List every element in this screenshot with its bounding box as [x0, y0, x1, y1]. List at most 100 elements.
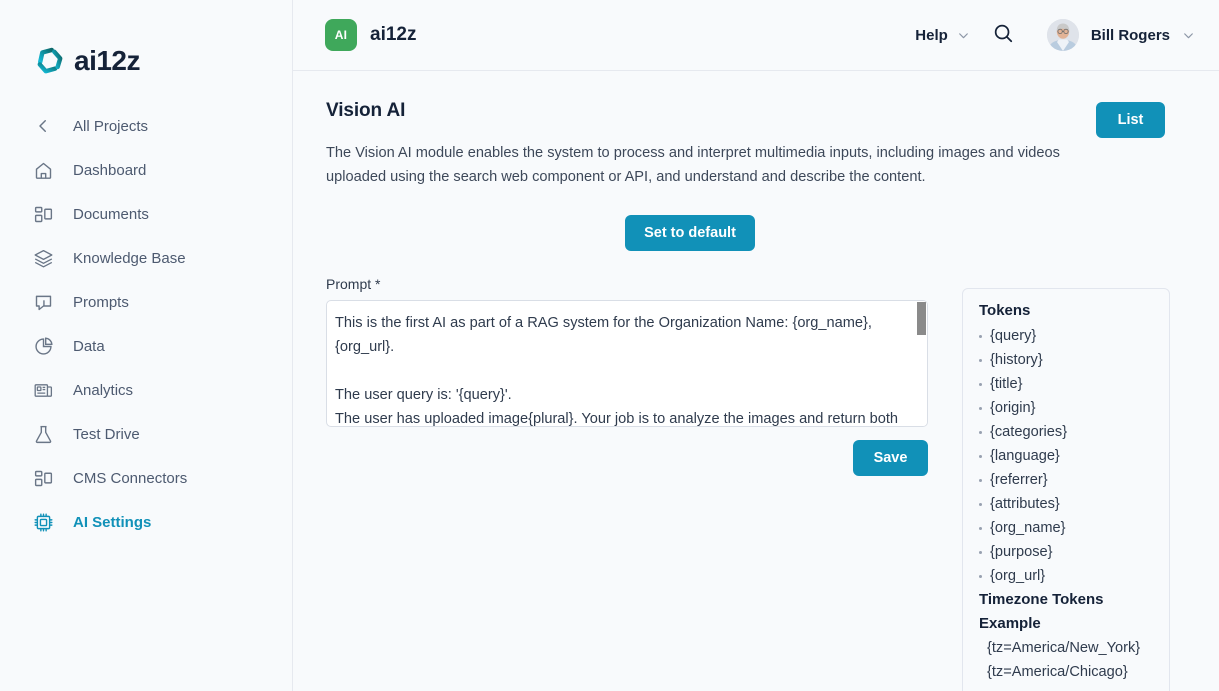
tokens-title: Tokens [979, 302, 1031, 319]
token-label: {origin} [990, 400, 1036, 416]
sidebar-item-label: Data [73, 337, 105, 355]
page-content: Vision AI The Vision AI module enables t… [293, 71, 1219, 691]
list-item: {purpose} [979, 540, 1155, 564]
user-name: Bill Rogers [1090, 26, 1170, 44]
tokens-list: {query} {history} {title} {origin} {cate… [979, 324, 1155, 588]
token-label: {attributes} [990, 496, 1060, 512]
search-icon [992, 22, 1014, 49]
list-item: {referrer} [979, 468, 1155, 492]
org-name: ai12z [370, 24, 417, 45]
prompt-scrollbar[interactable] [916, 301, 927, 426]
bullet-icon [979, 574, 982, 578]
list-item: {org_name} [979, 516, 1155, 540]
bullet-icon [979, 502, 982, 506]
sidebar-nav: All Projects Dashboard Documents Knowled… [0, 104, 292, 544]
brand-logo[interactable]: ai12z [0, 0, 292, 94]
sidebar-item-label: Dashboard [73, 161, 147, 179]
bullet-icon [979, 430, 982, 434]
timezone-example: {tz=America/New_York} [987, 640, 1141, 656]
save-row: Save [326, 440, 928, 476]
top-bar: AI ai12z Help Bill Rogers [293, 0, 1219, 71]
org-badge: AI [325, 19, 357, 51]
sidebar-item-label: Prompts [73, 293, 129, 311]
chat-bubble-icon [32, 291, 54, 313]
brand-logo-text: ai12z [74, 45, 141, 76]
analytics-report-icon [32, 379, 54, 401]
help-menu[interactable]: Help [915, 27, 969, 44]
bullet-icon [979, 550, 982, 554]
sidebar-item-label: Test Drive [73, 425, 140, 443]
token-label: {purpose} [990, 544, 1053, 560]
sidebar-item-cms-connectors[interactable]: CMS Connectors [0, 456, 292, 500]
chevron-down-icon [957, 29, 969, 41]
sidebar-item-documents[interactable]: Documents [0, 192, 292, 236]
bullet-icon [979, 406, 982, 410]
sidebar-item-knowledge-base[interactable]: Knowledge Base [0, 236, 292, 280]
token-label: {org_name} [990, 520, 1066, 536]
page-header-text: Vision AI The Vision AI module enables t… [326, 100, 1096, 189]
sidebar-item-label: CMS Connectors [73, 469, 188, 487]
page-header: Vision AI The Vision AI module enables t… [293, 100, 1219, 189]
set-default-row: Set to default [293, 215, 1219, 251]
list-item: {attributes} [979, 492, 1155, 516]
sidebar-item-ai-settings[interactable]: AI Settings [0, 500, 292, 544]
home-icon [32, 159, 54, 181]
topbar-actions: Help Bill Rogers [915, 19, 1194, 51]
chevron-left-icon [32, 115, 54, 137]
token-label: {categories} [990, 424, 1068, 440]
ai12z-pinwheel-logo-icon [33, 44, 67, 78]
connectors-icon [32, 467, 54, 489]
token-label: {language} [990, 448, 1060, 464]
prompt-textarea[interactable]: This is the first AI as part of a RAG sy… [326, 300, 928, 427]
set-to-default-button[interactable]: Set to default [625, 215, 755, 251]
bullet-icon [979, 334, 982, 338]
bullet-icon [979, 382, 982, 386]
timezone-example: {tz=America/Chicago} [987, 664, 1128, 680]
prompt-textarea-value: This is the first AI as part of a RAG sy… [335, 315, 899, 427]
sidebar-item-label: Analytics [73, 381, 134, 399]
timezone-tokens-heading-line1: Timezone Tokens [979, 591, 1104, 608]
documents-icon [32, 203, 54, 225]
prompt-label: Prompt * [326, 276, 381, 292]
form-area: Prompt * This is the first AI as part of… [293, 276, 1219, 691]
sidebar-item-all-projects[interactable]: All Projects [0, 104, 292, 148]
avatar [1046, 19, 1079, 51]
org-switcher[interactable]: AI ai12z [325, 19, 416, 51]
sidebar-item-label: All Projects [73, 117, 149, 135]
sidebar-item-label: Knowledge Base [73, 249, 186, 267]
sidebar-item-dashboard[interactable]: Dashboard [0, 148, 292, 192]
sidebar-item-data[interactable]: Data [0, 324, 292, 368]
app-root: ai12z All Projects Dashboard Documents K… [0, 0, 1219, 691]
bullet-icon [979, 358, 982, 362]
list-item: {title} [979, 372, 1155, 396]
token-label: {title} [990, 376, 1023, 392]
list-button[interactable]: List [1096, 102, 1165, 138]
bullet-icon [979, 526, 982, 530]
list-item: {query} [979, 324, 1155, 348]
prompt-scrollbar-thumb[interactable] [917, 302, 926, 335]
bullet-icon [979, 478, 982, 482]
sidebar-item-test-drive[interactable]: Test Drive [0, 412, 292, 456]
search-button[interactable] [991, 23, 1015, 47]
main-area: AI ai12z Help Bill Rogers Vision AI The … [293, 0, 1219, 691]
page-description: The Vision AI module enables the system … [326, 145, 1060, 185]
timezone-tokens-heading-line2: Example [979, 615, 1041, 632]
user-menu[interactable]: Bill Rogers [1046, 19, 1194, 51]
list-item: {language} [979, 444, 1155, 468]
sidebar-item-label: AI Settings [73, 513, 152, 531]
sidebar-item-prompts[interactable]: Prompts [0, 280, 292, 324]
token-label: {referrer} [990, 472, 1048, 488]
list-item: {history} [979, 348, 1155, 372]
list-item: {categories} [979, 420, 1155, 444]
chip-icon [32, 511, 54, 533]
help-label: Help [915, 26, 948, 44]
token-label: {history} [990, 352, 1043, 368]
token-label: {query} [990, 328, 1037, 344]
sidebar-item-label: Documents [73, 205, 149, 223]
tokens-panel: Tokens {query} {history} {title} {origin… [962, 288, 1170, 691]
prompt-column: Prompt * This is the first AI as part of… [326, 276, 928, 476]
sidebar-item-analytics[interactable]: Analytics [0, 368, 292, 412]
chevron-down-icon [1182, 29, 1194, 41]
save-button[interactable]: Save [853, 440, 928, 476]
sidebar: ai12z All Projects Dashboard Documents K… [0, 0, 293, 691]
